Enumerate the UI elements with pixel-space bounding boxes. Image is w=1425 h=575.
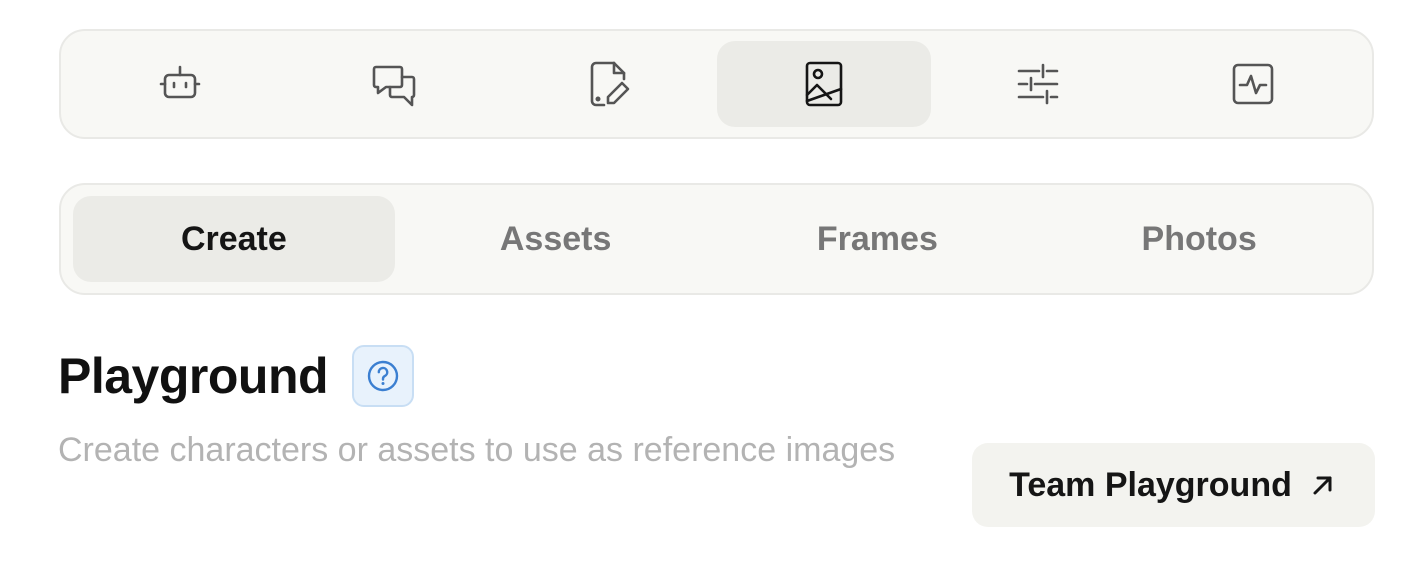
image-icon	[805, 61, 843, 107]
tab-chat[interactable]	[288, 41, 503, 127]
tab-assets[interactable]: Assets	[395, 196, 717, 282]
activity-icon	[1232, 63, 1274, 105]
page-subtitle: Create characters or assets to use as re…	[58, 431, 896, 469]
sliders-icon	[1017, 63, 1059, 105]
tab-create[interactable]: Create	[73, 196, 395, 282]
icon-tab-bar	[59, 29, 1374, 139]
tab-file-edit[interactable]	[502, 41, 717, 127]
question-circle-icon	[367, 360, 399, 392]
title-row: Playground	[58, 345, 415, 407]
tab-sliders[interactable]	[931, 41, 1146, 127]
page-title: Playground	[58, 348, 329, 404]
team-playground-button[interactable]: Team Playground	[972, 443, 1375, 527]
tab-photos[interactable]: Photos	[1038, 196, 1360, 282]
tab-image[interactable]	[716, 41, 931, 127]
help-button[interactable]	[352, 345, 415, 407]
team-playground-label: Team Playground	[1009, 465, 1292, 504]
robot-icon	[159, 65, 201, 99]
arrow-up-right-icon	[1313, 476, 1332, 495]
tab-frames[interactable]: Frames	[717, 196, 1039, 282]
tab-robot[interactable]	[73, 41, 288, 127]
tab-activity[interactable]	[1146, 41, 1361, 127]
file-edit-icon	[590, 61, 630, 107]
segment-tab-bar: Create Assets Frames Photos	[59, 183, 1374, 295]
chat-bubbles-icon	[372, 65, 416, 107]
